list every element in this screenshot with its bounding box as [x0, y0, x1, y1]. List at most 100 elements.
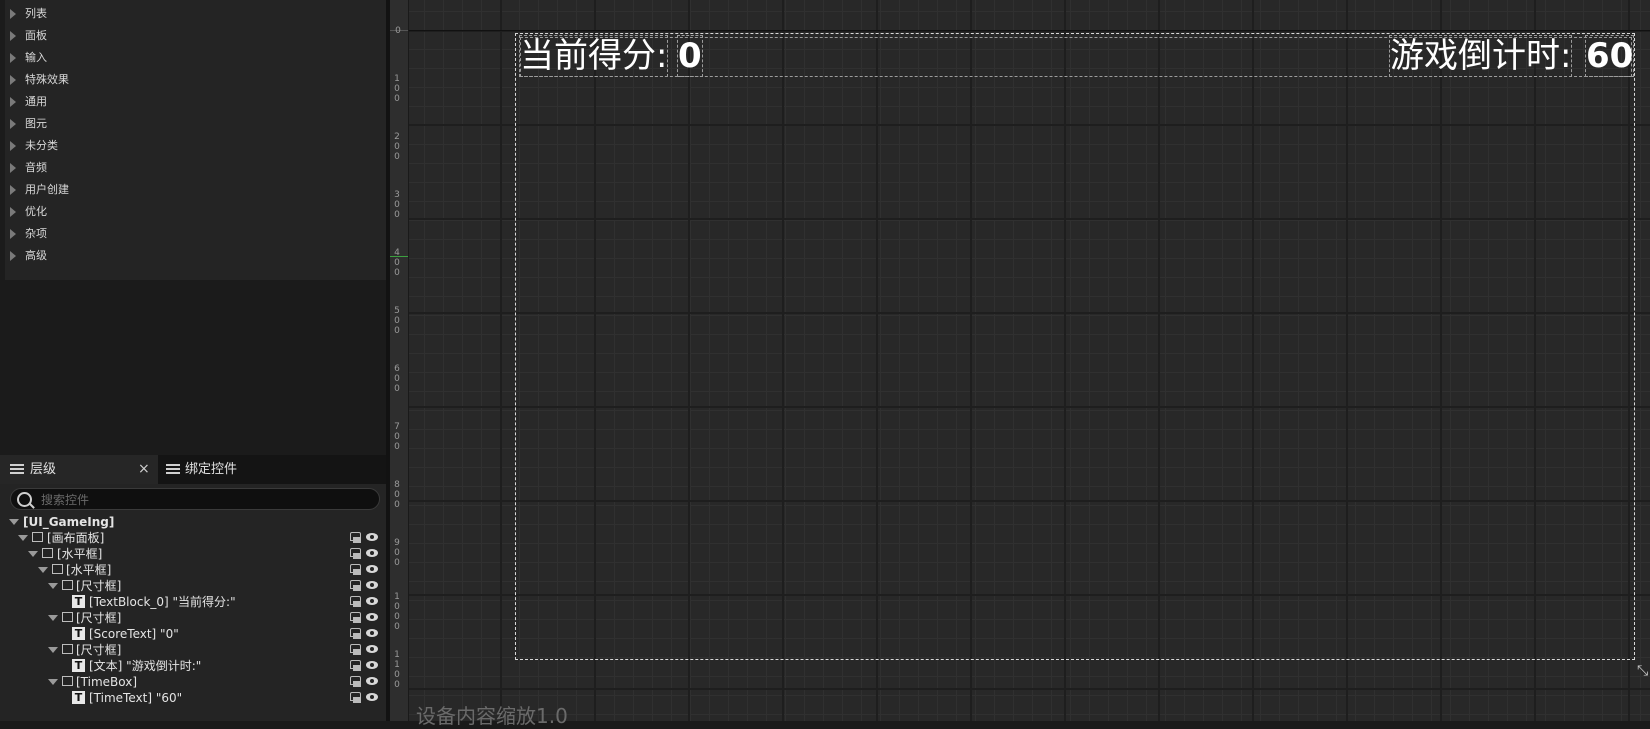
palette-category-input[interactable]: 输入 [5, 46, 386, 69]
tree-row[interactable]: [尺寸框] [0, 610, 386, 626]
horizontal-box-icon [52, 564, 63, 574]
expand-arrow-icon[interactable] [10, 53, 16, 63]
tree-row-label: [水平框] [66, 563, 112, 577]
ruler-label: 0 [395, 26, 401, 36]
hierarchy-tab-bar: 层级 × 绑定控件 [0, 455, 386, 484]
palette-category-advanced[interactable]: 高级 [5, 244, 386, 267]
lock-icon[interactable] [350, 676, 361, 687]
tree-row[interactable]: [画布面板] [0, 530, 386, 546]
score-label-text[interactable]: 当前得分: [518, 35, 669, 77]
eye-icon[interactable] [366, 693, 378, 701]
expand-arrow-icon[interactable] [10, 75, 16, 85]
palette-category-uncategorized[interactable]: 未分类 [5, 134, 386, 157]
text-block-icon: T [72, 595, 85, 608]
tree-row-root[interactable]: [UI_GameIng] [0, 514, 386, 530]
expand-arrow-icon[interactable] [10, 31, 16, 41]
tree-row[interactable]: [尺寸框] [0, 642, 386, 658]
collapse-arrow-icon[interactable] [48, 615, 58, 621]
eye-icon[interactable] [366, 661, 378, 669]
ruler-label: 900 [394, 538, 400, 568]
lock-icon[interactable] [350, 596, 361, 607]
list-icon [10, 464, 24, 475]
tree-row[interactable]: [水平框] [0, 562, 386, 578]
widget-bounds[interactable] [515, 33, 1635, 660]
lock-icon[interactable] [350, 612, 361, 623]
palette-category-misc[interactable]: 杂项 [5, 222, 386, 245]
expand-arrow-icon[interactable] [10, 251, 16, 261]
expand-arrow-icon[interactable] [10, 119, 16, 129]
collapse-arrow-icon[interactable] [18, 535, 28, 541]
tree-row-label: [文本] "游戏倒计时:" [89, 659, 202, 673]
palette-category-effects[interactable]: 特殊效果 [5, 68, 386, 91]
size-box-icon [62, 676, 73, 686]
palette-category-optimization[interactable]: 优化 [5, 200, 386, 223]
search-icon [17, 492, 32, 507]
eye-icon[interactable] [366, 613, 378, 621]
palette-category-primitive[interactable]: 图元 [5, 112, 386, 135]
lock-icon[interactable] [350, 692, 361, 703]
palette-category-panel[interactable]: 面板 [5, 24, 386, 47]
expand-arrow-icon[interactable] [10, 163, 16, 173]
lock-icon[interactable] [350, 564, 361, 575]
lock-icon[interactable] [350, 660, 361, 671]
canvas-panel-icon [32, 532, 43, 542]
collapse-arrow-icon[interactable] [28, 551, 38, 557]
countdown-label-text[interactable]: 游戏倒计时: [1388, 35, 1573, 77]
eye-icon[interactable] [366, 549, 378, 557]
ruler-label: 100 [394, 74, 400, 104]
countdown-value-text[interactable]: 60 [1584, 35, 1635, 77]
expand-arrow-icon[interactable] [10, 9, 16, 19]
eye-icon[interactable] [366, 581, 378, 589]
search-box[interactable] [10, 488, 380, 510]
eye-icon[interactable] [366, 645, 378, 653]
expand-arrow-icon[interactable] [10, 207, 16, 217]
eye-icon[interactable] [366, 677, 378, 685]
tree-row[interactable]: [TimeBox] [0, 674, 386, 690]
text-block-icon: T [72, 659, 85, 672]
tree-row[interactable]: [水平框] [0, 546, 386, 562]
palette-category-audio[interactable]: 音频 [5, 156, 386, 179]
expand-arrow-icon[interactable] [10, 185, 16, 195]
ruler-label: 200 [394, 132, 400, 162]
lock-icon[interactable] [350, 548, 361, 559]
list-icon [166, 464, 180, 475]
expand-arrow-icon[interactable] [10, 141, 16, 151]
text-block-icon: T [72, 627, 85, 640]
tree-row[interactable]: T [TimeText] "60" [0, 690, 386, 706]
collapse-arrow-icon[interactable] [48, 679, 58, 685]
collapse-arrow-icon[interactable] [38, 567, 48, 573]
tree-row[interactable]: [尺寸框] [0, 578, 386, 594]
ruler-label: 500 [394, 306, 400, 336]
tab-bind-widgets[interactable]: 绑定控件 [158, 455, 318, 484]
eye-icon[interactable] [366, 629, 378, 637]
palette-category-common[interactable]: 通用 [5, 90, 386, 113]
eye-icon[interactable] [366, 597, 378, 605]
tab-hierarchy[interactable]: 层级 × [0, 455, 158, 484]
expand-arrow-icon[interactable] [10, 97, 16, 107]
tree-row[interactable]: T [文本] "游戏倒计时:" [0, 658, 386, 674]
collapse-arrow-icon[interactable] [9, 519, 19, 525]
category-label: 未分类 [25, 139, 58, 152]
lock-icon[interactable] [350, 628, 361, 639]
horizontal-box-icon [42, 548, 53, 558]
ruler-label: 400 [394, 248, 400, 278]
expand-arrow-icon[interactable] [10, 229, 16, 239]
tree-row[interactable]: T [TextBlock_0] "当前得分:" [0, 594, 386, 610]
palette-category-user-created[interactable]: 用户创建 [5, 178, 386, 201]
score-value-text[interactable]: 0 [677, 35, 703, 77]
collapse-arrow-icon[interactable] [48, 647, 58, 653]
collapse-arrow-icon[interactable] [48, 583, 58, 589]
palette-category-list-item[interactable]: 列表 [5, 2, 386, 25]
tab-bind-widgets-label: 绑定控件 [185, 462, 238, 477]
eye-icon[interactable] [366, 533, 378, 541]
lock-icon[interactable] [350, 644, 361, 655]
tree-row[interactable]: T [ScoreText] "0" [0, 626, 386, 642]
resize-handle-icon[interactable]: ⤡ [1637, 663, 1650, 679]
tree-row-label: [水平框] [57, 547, 103, 561]
ruler-label: 600 [394, 364, 400, 394]
lock-icon[interactable] [350, 580, 361, 591]
lock-icon[interactable] [350, 532, 361, 543]
eye-icon[interactable] [366, 565, 378, 573]
search-input[interactable] [39, 491, 373, 509]
close-icon[interactable]: × [138, 455, 150, 484]
